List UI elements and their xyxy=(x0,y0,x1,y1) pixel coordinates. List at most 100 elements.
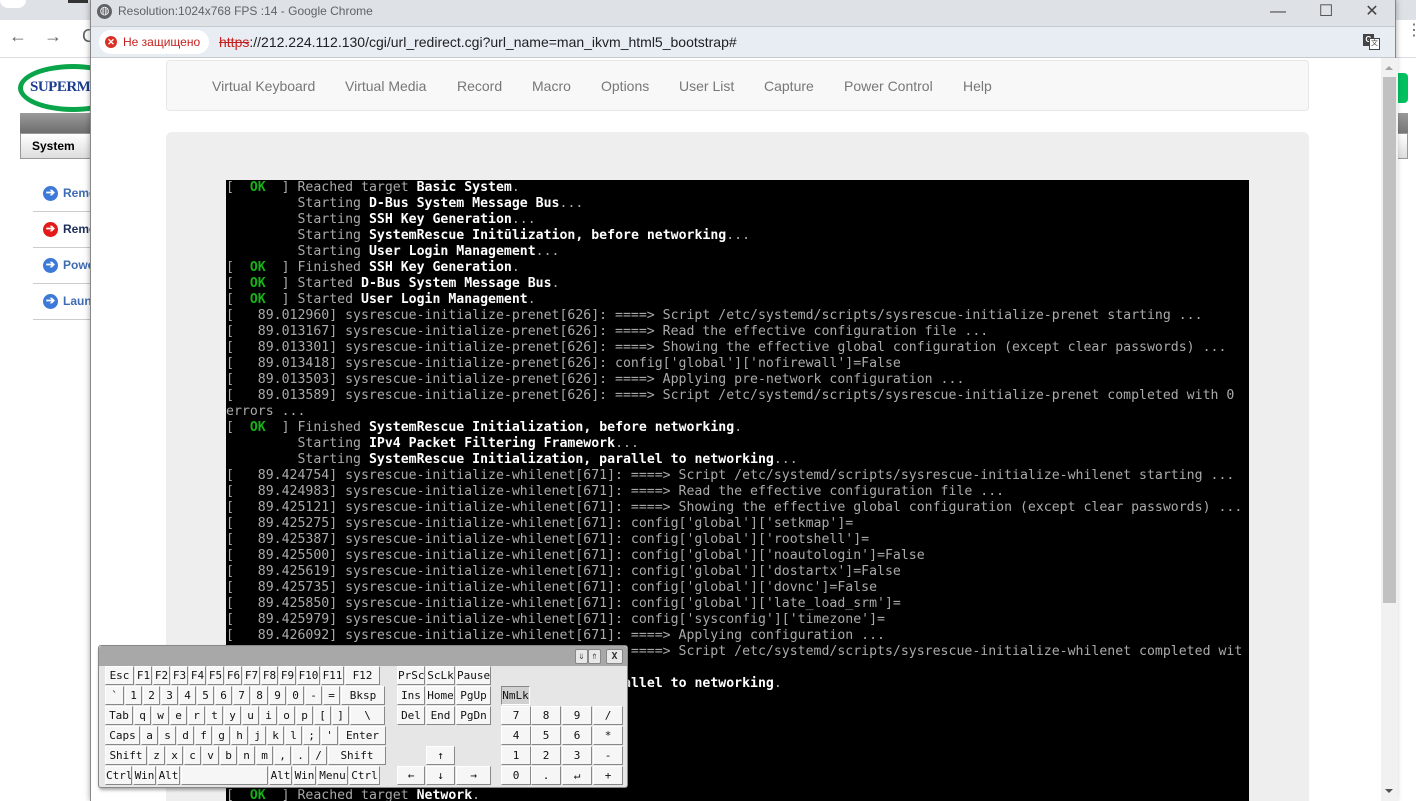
key-bksp[interactable]: Bksp xyxy=(341,686,385,705)
key-symbol[interactable]: - xyxy=(305,686,322,705)
keyboard-collapse-button[interactable]: ⇓ xyxy=(575,649,588,664)
key-r[interactable]: r xyxy=(188,706,205,725)
key-win[interactable]: Win xyxy=(133,766,156,785)
key-symbol[interactable]: , xyxy=(274,746,291,765)
background-tab[interactable] xyxy=(0,0,26,8)
scroll-up-arrow-icon[interactable] xyxy=(1385,66,1393,70)
key-numpad[interactable]: 1 xyxy=(501,746,531,765)
key-2[interactable]: 2 xyxy=(143,686,160,705)
key-end[interactable]: End xyxy=(426,706,455,725)
key-f7[interactable]: F7 xyxy=(243,666,260,685)
key-f6[interactable]: F6 xyxy=(225,666,242,685)
key-n[interactable]: n xyxy=(238,746,255,765)
key-numpad[interactable]: 9 xyxy=(562,706,592,725)
menu-record[interactable]: Record xyxy=(457,78,502,94)
key-5[interactable]: 5 xyxy=(197,686,214,705)
key-pause[interactable]: Pause xyxy=(456,666,491,685)
key-f11[interactable]: F11 xyxy=(321,666,344,685)
key-esc[interactable]: Esc xyxy=(105,666,134,685)
window-title-bar[interactable]: ◍ Resolution:1024x768 FPS :14 - Google C… xyxy=(91,0,1395,26)
key-numpad[interactable]: * xyxy=(593,726,623,745)
key-d[interactable]: d xyxy=(177,726,194,745)
key-ctrl[interactable]: Ctrl xyxy=(105,766,132,785)
key-numlock[interactable]: NmLk xyxy=(501,686,530,705)
keyboard-close-button[interactable]: X xyxy=(606,649,623,664)
keyboard-expand-button[interactable]: ⇑ xyxy=(588,649,601,664)
key-numpad[interactable]: 2 xyxy=(531,746,561,765)
key-sclk[interactable]: ScLk xyxy=(426,666,455,685)
key-0[interactable]: 0 xyxy=(287,686,304,705)
key-b[interactable]: b xyxy=(220,746,237,765)
minimize-button[interactable]: — xyxy=(1255,0,1301,26)
key-6[interactable]: 6 xyxy=(215,686,232,705)
key-8[interactable]: 8 xyxy=(251,686,268,705)
tab-system[interactable]: System xyxy=(20,133,100,159)
key-win[interactable]: Win xyxy=(293,766,316,785)
key-home[interactable]: Home xyxy=(426,686,455,705)
key-numpad[interactable]: 5 xyxy=(531,726,561,745)
key-symbol[interactable]: [ xyxy=(314,706,331,725)
key-menu[interactable]: Menu xyxy=(317,766,348,785)
key-f10[interactable]: F10 xyxy=(297,666,320,685)
scrollbar-thumb[interactable] xyxy=(1383,77,1396,603)
key-i[interactable]: i xyxy=(260,706,277,725)
key-arrow[interactable]: ↑ xyxy=(426,746,455,765)
key-g[interactable]: g xyxy=(213,726,230,745)
menu-capture[interactable]: Capture xyxy=(764,78,814,94)
key-f9[interactable]: F9 xyxy=(279,666,296,685)
key-9[interactable]: 9 xyxy=(269,686,286,705)
key-7[interactable]: 7 xyxy=(233,686,250,705)
key-prsc[interactable]: PrSc xyxy=(397,666,425,685)
key-numpad[interactable]: . xyxy=(531,766,561,785)
key-numpad[interactable]: + xyxy=(593,766,623,785)
key-arrow[interactable]: ← xyxy=(397,766,425,785)
key-e[interactable]: e xyxy=(170,706,187,725)
key-symbol[interactable]: . xyxy=(292,746,309,765)
key-l[interactable]: l xyxy=(285,726,302,745)
key-alt[interactable]: Alt xyxy=(157,766,180,785)
key-numpad[interactable]: 4 xyxy=(501,726,531,745)
forward-icon[interactable]: → xyxy=(44,26,62,47)
key-s[interactable]: s xyxy=(159,726,176,745)
key-j[interactable]: j xyxy=(249,726,266,745)
key-a[interactable]: a xyxy=(141,726,158,745)
key-caps[interactable]: Caps xyxy=(105,726,140,745)
key-f[interactable]: f xyxy=(195,726,212,745)
maximize-button[interactable]: ☐ xyxy=(1303,0,1349,26)
key-p[interactable]: p xyxy=(296,706,313,725)
key-f3[interactable]: F3 xyxy=(171,666,188,685)
key-pgdn[interactable]: PgDn xyxy=(456,706,491,725)
key-h[interactable]: h xyxy=(231,726,248,745)
close-button[interactable]: ✕ xyxy=(1349,0,1395,26)
key-1[interactable]: 1 xyxy=(125,686,142,705)
key-c[interactable]: c xyxy=(184,746,201,765)
menu-help[interactable]: Help xyxy=(963,78,992,94)
key-alt[interactable]: Alt xyxy=(269,766,292,785)
key-numpad[interactable]: 3 xyxy=(562,746,592,765)
key-numpad[interactable]: 0 xyxy=(501,766,531,785)
key-w[interactable]: w xyxy=(152,706,169,725)
key-k[interactable]: k xyxy=(267,726,284,745)
virtual-keyboard-titlebar[interactable]: ⇓ ⇑ X xyxy=(99,646,627,666)
key-f5[interactable]: F5 xyxy=(207,666,224,685)
key-f2[interactable]: F2 xyxy=(153,666,170,685)
key-numpad[interactable]: 7 xyxy=(501,706,531,725)
key-x[interactable]: x xyxy=(166,746,183,765)
key-numpad[interactable]: 8 xyxy=(531,706,561,725)
key-f12[interactable]: F12 xyxy=(345,666,380,685)
key-m[interactable]: m xyxy=(256,746,273,765)
key-v[interactable]: v xyxy=(202,746,219,765)
key-u[interactable]: u xyxy=(242,706,259,725)
key-q[interactable]: q xyxy=(134,706,151,725)
key-numpad[interactable]: - xyxy=(593,746,623,765)
key-numpad[interactable]: / xyxy=(593,706,623,725)
key-symbol[interactable]: ` xyxy=(105,686,124,705)
key-ctrl[interactable]: Ctrl xyxy=(349,766,380,785)
security-indicator[interactable]: ✕ Не защищено xyxy=(99,30,210,54)
key-f4[interactable]: F4 xyxy=(189,666,206,685)
key-f8[interactable]: F8 xyxy=(261,666,278,685)
key-o[interactable]: o xyxy=(278,706,295,725)
vertical-scrollbar[interactable] xyxy=(1381,58,1398,801)
menu-virtual-keyboard[interactable]: Virtual Keyboard xyxy=(212,78,315,94)
key-shift[interactable]: Shift xyxy=(105,746,147,765)
